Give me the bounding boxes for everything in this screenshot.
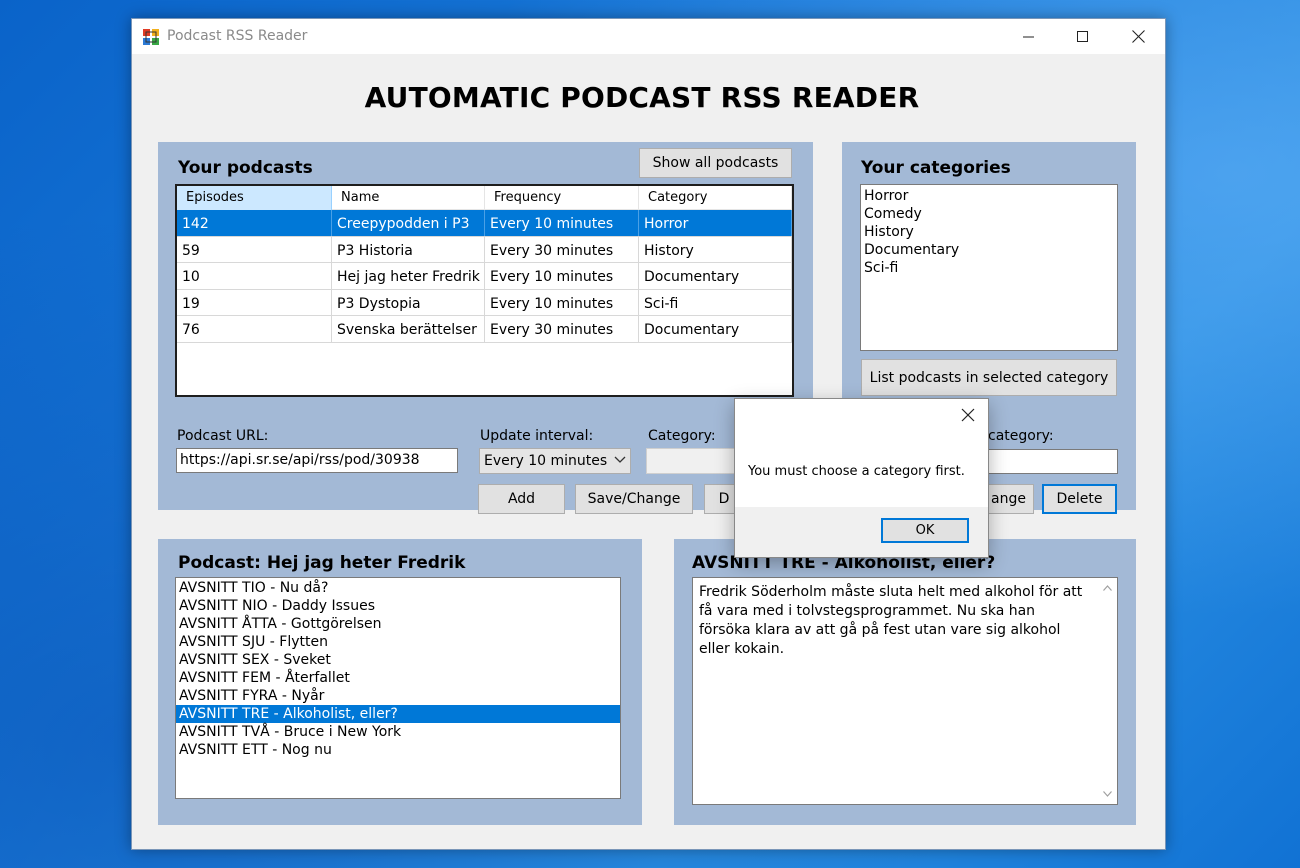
- episodes-cell: 59: [177, 236, 332, 262]
- column-header-category[interactable]: Category: [639, 186, 792, 210]
- category-cell: History: [639, 236, 792, 262]
- table-row[interactable]: 142 Creepypodden i P3 Every 10 minutes H…: [177, 210, 792, 237]
- close-icon[interactable]: [961, 408, 975, 422]
- table-row[interactable]: 19 P3 Dystopia Every 10 minutes Sci-fi: [177, 289, 792, 316]
- app-heading: AUTOMATIC PODCAST RSS READER: [364, 81, 920, 114]
- list-item[interactable]: AVSNITT SEX - Sveket: [176, 651, 620, 669]
- category-cell: Sci-fi: [639, 289, 792, 315]
- column-header-episodes[interactable]: Episodes: [177, 186, 332, 210]
- categories-panel-title: Your categories: [861, 158, 1011, 178]
- table-row[interactable]: 76 Svenska berättelser Every 30 minutes …: [177, 316, 792, 343]
- name-cell: Creepypodden i P3: [332, 210, 485, 236]
- category-cell: Horror: [639, 210, 792, 236]
- frequency-cell: Every 10 minutes: [485, 263, 639, 289]
- description-panel: AVSNITT TRE - Alkoholist, eller? Fredrik…: [674, 539, 1136, 825]
- list-item[interactable]: Documentary: [861, 241, 1117, 259]
- list-item[interactable]: AVSNITT ÅTTA - Gottgörelsen: [176, 615, 620, 633]
- app-icon: [143, 29, 159, 45]
- episodes-cell: 142: [177, 210, 332, 236]
- message-dialog: You must choose a category first. OK: [734, 398, 989, 558]
- chevron-down-icon: [614, 456, 626, 463]
- list-item[interactable]: Horror: [861, 187, 1117, 205]
- update-interval-label: Update interval:: [480, 428, 594, 444]
- change-category-button[interactable]: ange: [988, 484, 1034, 514]
- list-item[interactable]: AVSNITT FEM - Återfallet: [176, 669, 620, 687]
- list-item[interactable]: History: [861, 223, 1117, 241]
- column-header-frequency[interactable]: Frequency: [485, 186, 639, 210]
- add-button[interactable]: Add: [478, 484, 565, 514]
- frequency-cell: Every 10 minutes: [485, 289, 639, 315]
- podcasts-panel: Your podcasts Show all podcasts Episodes…: [158, 142, 813, 514]
- scroll-up-icon[interactable]: [1103, 585, 1112, 591]
- list-item[interactable]: AVSNITT TVÅ - Bruce i New York: [176, 723, 620, 741]
- name-cell: P3 Historia: [332, 236, 485, 262]
- list-item[interactable]: Comedy: [861, 205, 1117, 223]
- table-header: Episodes Name Frequency Category: [177, 186, 792, 210]
- maximize-button[interactable]: [1060, 19, 1106, 54]
- podcast-url-label: Podcast URL:: [177, 428, 269, 444]
- title-bar[interactable]: Podcast RSS Reader: [132, 19, 1165, 54]
- category-cell: Documentary: [639, 263, 792, 289]
- new-category-input[interactable]: [988, 449, 1118, 474]
- episodes-panel-title: Podcast: Hej jag heter Fredrik: [178, 553, 466, 573]
- list-item[interactable]: AVSNITT FYRA - Nyår: [176, 687, 620, 705]
- table-row[interactable]: 10 Hej jag heter Fredrik Every 10 minute…: [177, 263, 792, 290]
- dialog-message: You must choose a category first.: [748, 464, 965, 479]
- description-scrollbar[interactable]: [1100, 578, 1117, 804]
- minimize-button[interactable]: [1006, 19, 1052, 54]
- main-window: Podcast RSS Reader AUTOMATIC PODCAST RSS…: [131, 18, 1166, 850]
- list-item[interactable]: AVSNITT NIO - Daddy Issues: [176, 597, 620, 615]
- update-interval-dropdown[interactable]: Every 10 minutes: [479, 448, 631, 474]
- ok-button[interactable]: OK: [881, 518, 969, 543]
- category-cell: Documentary: [639, 316, 792, 342]
- episodes-cell: 76: [177, 316, 332, 342]
- name-cell: P3 Dystopia: [332, 289, 485, 315]
- minimize-icon: [1023, 36, 1034, 37]
- delete-category-button[interactable]: Delete: [1042, 484, 1117, 514]
- name-cell: Hej jag heter Fredrik: [332, 263, 485, 289]
- update-interval-value: Every 10 minutes: [484, 453, 608, 469]
- window-title: Podcast RSS Reader: [167, 28, 308, 44]
- close-icon: [1131, 30, 1145, 43]
- scroll-down-icon[interactable]: [1103, 791, 1112, 797]
- show-all-podcasts-button[interactable]: Show all podcasts: [639, 148, 792, 178]
- episodes-list[interactable]: AVSNITT TIO - Nu då? AVSNITT NIO - Daddy…: [175, 577, 621, 799]
- podcast-url-input[interactable]: https://api.sr.se/api/rss/pod/30938: [176, 448, 458, 473]
- categories-list[interactable]: Horror Comedy History Documentary Sci-fi: [860, 184, 1118, 351]
- frequency-cell: Every 30 minutes: [485, 316, 639, 342]
- list-item[interactable]: AVSNITT ETT - Nog nu: [176, 741, 620, 759]
- name-cell: Svenska berättelser: [332, 316, 485, 342]
- frequency-cell: Every 10 minutes: [485, 210, 639, 236]
- close-button[interactable]: [1115, 19, 1161, 54]
- frequency-cell: Every 30 minutes: [485, 236, 639, 262]
- list-item[interactable]: AVSNITT SJU - Flytten: [176, 633, 620, 651]
- episodes-panel: Podcast: Hej jag heter Fredrik AVSNITT T…: [158, 539, 642, 825]
- episode-description[interactable]: Fredrik Söderholm måste sluta helt med a…: [692, 577, 1118, 805]
- list-item[interactable]: Sci-fi: [861, 259, 1117, 277]
- list-item[interactable]: AVSNITT TIO - Nu då?: [176, 579, 620, 597]
- save-change-button[interactable]: Save/Change: [575, 484, 693, 514]
- column-header-name[interactable]: Name: [332, 186, 485, 210]
- category-dropdown[interactable]: [646, 448, 736, 474]
- maximize-icon: [1077, 30, 1088, 42]
- dialog-footer: OK: [735, 507, 988, 557]
- episodes-cell: 10: [177, 263, 332, 289]
- table-row[interactable]: 59 P3 Historia Every 30 minutes History: [177, 236, 792, 263]
- list-podcasts-in-category-button[interactable]: List podcasts in selected category: [861, 359, 1117, 396]
- new-category-label: category:: [988, 428, 1054, 444]
- podcasts-table[interactable]: Episodes Name Frequency Category 142 Cre…: [175, 184, 794, 397]
- podcasts-panel-title: Your podcasts: [178, 158, 313, 178]
- category-label: Category:: [648, 428, 716, 444]
- episodes-cell: 19: [177, 289, 332, 315]
- list-item[interactable]: AVSNITT TRE - Alkoholist, eller?: [176, 705, 620, 723]
- episode-description-text: Fredrik Söderholm måste sluta helt med a…: [699, 584, 1083, 657]
